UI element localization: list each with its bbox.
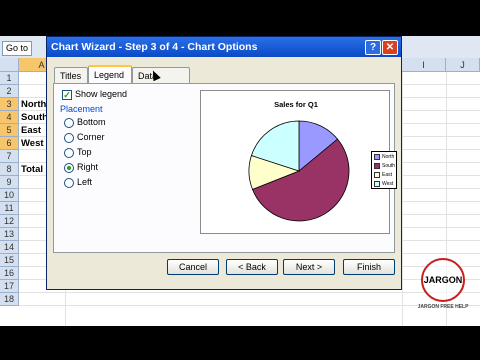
chart-wizard-dialog: Chart Wizard - Step 3 of 4 - Chart Optio…: [46, 36, 402, 290]
logo-word: JARGON: [423, 275, 463, 285]
legend-swatch: [374, 153, 380, 160]
chart-preview: Sales for Q1 North South East West: [200, 90, 397, 234]
row-header[interactable]: 14: [0, 241, 19, 254]
tab-legend[interactable]: Legend: [88, 65, 132, 83]
legend-options-panel: ✓ Show legend Placement Bottom Corner To…: [53, 83, 397, 253]
row-header[interactable]: 1: [0, 72, 19, 85]
back-button[interactable]: < Back: [226, 259, 278, 275]
cell-east[interactable]: East: [21, 124, 41, 137]
cell-north[interactable]: North: [21, 98, 46, 111]
tab-titles[interactable]: Titles: [54, 67, 88, 83]
placement-bottom-label[interactable]: Bottom: [77, 117, 106, 127]
row-header[interactable]: 16: [0, 267, 19, 280]
chart-legend: North South East West: [371, 151, 397, 189]
logo-subtitle: JARGON FREE HELP: [417, 304, 469, 310]
column-header-i[interactable]: I: [402, 58, 446, 72]
row-header[interactable]: 8: [0, 163, 19, 176]
row-header[interactable]: 9: [0, 176, 19, 189]
row-header[interactable]: 3: [0, 98, 19, 111]
dialog-title: Chart Wizard - Step 3 of 4 - Chart Optio…: [47, 37, 401, 57]
placement-left-label[interactable]: Left: [77, 177, 92, 187]
legend-swatch: [374, 171, 380, 178]
row-header[interactable]: 7: [0, 150, 19, 163]
placement-left-radio[interactable]: [64, 178, 74, 188]
legend-item-east: East: [374, 171, 392, 179]
legend-label-west: West: [382, 181, 394, 187]
column-header-j[interactable]: J: [446, 58, 480, 72]
placement-corner-radio[interactable]: [64, 133, 74, 143]
legend-item-south: South: [374, 162, 395, 170]
row-header[interactable]: 11: [0, 202, 19, 215]
legend-swatch: [374, 180, 380, 187]
row-header[interactable]: 18: [0, 293, 19, 306]
row-header[interactable]: 15: [0, 254, 19, 267]
row-header[interactable]: 12: [0, 215, 19, 228]
tab-data-labels[interactable]: Data Labels: [132, 67, 190, 97]
cell-west[interactable]: West: [21, 137, 44, 150]
next-button[interactable]: Next >: [283, 259, 335, 275]
legend-label-east: East: [382, 172, 393, 178]
grid-line: [19, 305, 480, 306]
legend-swatch: [374, 162, 380, 169]
goto-button[interactable]: Go to: [2, 41, 33, 56]
row-header[interactable]: 10: [0, 189, 19, 202]
row-header[interactable]: 6: [0, 137, 19, 150]
pie-chart: [248, 120, 350, 222]
row-header[interactable]: 2: [0, 85, 19, 98]
jargon-logo: JARGON: [421, 258, 465, 302]
show-legend-checkbox[interactable]: ✓: [62, 90, 72, 100]
placement-right-radio[interactable]: [64, 163, 74, 173]
row-header[interactable]: 4: [0, 111, 19, 124]
grid-column-line: [402, 72, 403, 326]
help-button[interactable]: ?: [365, 40, 381, 55]
placement-right-label[interactable]: Right: [77, 162, 98, 172]
row-header[interactable]: 17: [0, 280, 19, 293]
placement-top-radio[interactable]: [64, 148, 74, 158]
cancel-button[interactable]: Cancel: [167, 259, 219, 275]
cell-south[interactable]: South: [21, 111, 48, 124]
row-header[interactable]: 5: [0, 124, 19, 137]
legend-label-north: North: [382, 154, 395, 160]
placement-corner-label[interactable]: Corner: [77, 132, 105, 142]
column-header-select-all[interactable]: [0, 58, 19, 72]
legend-item-north: North: [374, 153, 394, 161]
video-frame: Go to A I J 1 2 3 4 5 6 7 8 9 10 11 12 13 14 15 16 17 18 …: [0, 36, 480, 326]
placement-group-label: Placement: [60, 104, 103, 114]
legend-label-south: South: [382, 163, 396, 169]
placement-bottom-radio[interactable]: [64, 118, 74, 128]
finish-button[interactable]: Finish: [343, 259, 395, 275]
radio-selected-dot: [67, 166, 71, 170]
legend-item-west: West: [374, 180, 393, 188]
close-button[interactable]: ✕: [382, 40, 398, 55]
placement-top-label[interactable]: Top: [77, 147, 92, 157]
row-header[interactable]: 13: [0, 228, 19, 241]
cell-total[interactable]: Total: [21, 163, 43, 176]
show-legend-label[interactable]: Show legend: [75, 89, 127, 99]
grid-line: [19, 292, 480, 293]
